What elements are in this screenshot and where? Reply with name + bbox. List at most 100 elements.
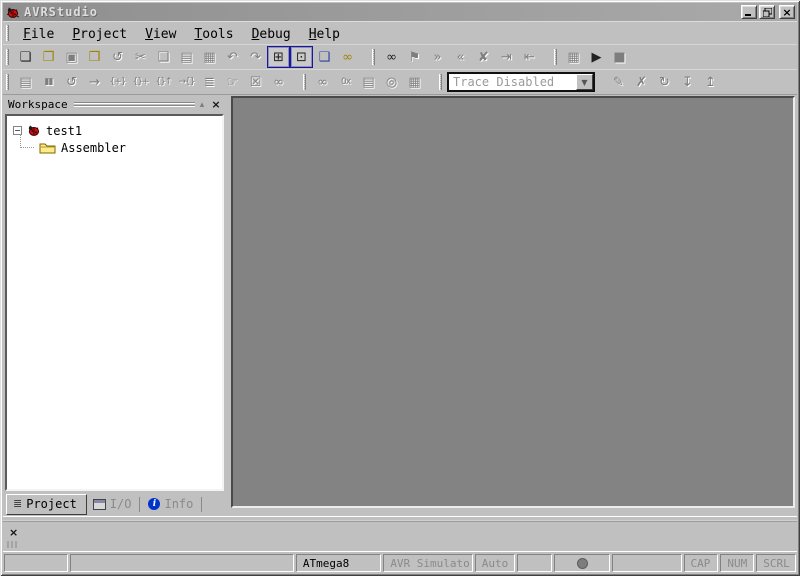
break-icon[interactable]: ☞ <box>221 71 244 93</box>
reset-icon[interactable]: ↺ <box>60 71 83 93</box>
add-bookmark-icon[interactable]: ⚑ <box>403 46 426 68</box>
open-file-icon[interactable]: ❐ <box>37 46 60 68</box>
status-empty-2 <box>517 554 553 572</box>
project-tab-icon: ≣ <box>13 497 22 510</box>
trace-pin-icon[interactable]: ✎ <box>607 71 630 93</box>
toolbar-grip[interactable] <box>439 74 442 90</box>
toggle-workspace-window-icon[interactable]: ⊞ <box>267 46 290 68</box>
trace-mode-select[interactable]: Trace Disabled ▼ <box>447 72 595 92</box>
close-icon: × <box>9 526 18 539</box>
disassembler-window-icon[interactable]: ◎ <box>380 71 403 93</box>
status-scroll-lock: SCRL <box>756 554 796 572</box>
paste-icon[interactable]: ▤ <box>175 46 198 68</box>
trace-mode-dropdown-button[interactable]: ▼ <box>576 74 593 90</box>
save-all-icon[interactable]: ❒ <box>83 46 106 68</box>
trace-mode-value: Trace Disabled <box>449 75 576 89</box>
app-bug-icon <box>5 6 20 19</box>
memory-window-icon[interactable]: ▤ <box>357 71 380 93</box>
trace-into-icon[interactable]: {+} <box>106 71 129 93</box>
workspace-tabs: ≣ Project I/O i Info <box>5 491 226 516</box>
print-icon[interactable]: ▦ <box>198 46 221 68</box>
trace-loop-icon[interactable]: ↻ <box>653 71 676 93</box>
toolbar-main: ❏❐▣❒↺✂❑▤▦↶↷⊞⊡❑∞ ∞⚑»«✘⇥⇤ ▦▶■ <box>3 44 797 69</box>
outdent-icon[interactable]: ⇤ <box>518 46 541 68</box>
breakpoints-list-icon[interactable]: ▦ <box>562 46 585 68</box>
output-panel: × <box>3 521 797 551</box>
menu-item[interactable]: Project <box>63 25 136 44</box>
quickwatch-icon[interactable]: ∞ <box>267 71 290 93</box>
memory2-window-icon[interactable]: ▦ <box>403 71 426 93</box>
folder-icon <box>39 142 56 154</box>
toggle-output-window-icon[interactable]: ⊡ <box>290 46 313 68</box>
menu-item[interactable]: Tools <box>185 25 242 44</box>
toolbar-grip[interactable] <box>303 74 306 90</box>
previous-bookmark-icon[interactable]: « <box>449 46 472 68</box>
step-out-icon[interactable]: {}↑ <box>152 71 175 93</box>
run-icon[interactable]: ▶ <box>585 46 608 68</box>
minimize-icon <box>745 8 753 16</box>
pause-icon[interactable]: ▮▮ <box>37 71 60 93</box>
stop-icon[interactable]: ■ <box>608 46 631 68</box>
clear-bookmarks-icon[interactable]: ✘ <box>472 46 495 68</box>
minimize-button[interactable] <box>741 5 757 19</box>
tab-separator <box>139 497 140 512</box>
save-icon[interactable]: ▣ <box>60 46 83 68</box>
toolbar-grip[interactable] <box>554 49 557 65</box>
titlebar[interactable]: AVRStudio × <box>3 3 797 21</box>
restore-icon <box>763 8 772 17</box>
undo-icon[interactable]: ↶ <box>221 46 244 68</box>
status-message <box>70 554 294 572</box>
workspace-dock-button[interactable]: ▴ <box>195 100 209 110</box>
run-to-cursor-icon[interactable]: →{} <box>175 71 198 93</box>
tree-item-project[interactable]: − test1 <box>9 122 220 139</box>
restore-button[interactable] <box>759 5 775 19</box>
trace-top-icon[interactable]: ↥ <box>699 71 722 93</box>
tab-info[interactable]: i Info <box>142 495 199 513</box>
find-icon[interactable]: ∞ <box>380 46 403 68</box>
info-tab-icon: i <box>148 498 160 510</box>
project-name[interactable]: test1 <box>46 124 82 138</box>
tree-item-folder[interactable]: Assembler <box>39 139 220 156</box>
status-num-lock: NUM <box>720 554 754 572</box>
show-next-statement-icon[interactable]: ▤ <box>14 71 37 93</box>
statusbar: ATmega8 AVR Simulato Auto CAP NUM SCRL <box>3 551 797 573</box>
redo-icon[interactable]: ↷ <box>244 46 267 68</box>
menubar-grip[interactable] <box>6 25 9 41</box>
workspace-header[interactable]: Workspace ▴ × <box>5 96 226 113</box>
find-in-files-icon[interactable]: ∞ <box>336 46 359 68</box>
tab-io[interactable]: I/O <box>87 495 138 513</box>
cut-icon[interactable]: ✂ <box>129 46 152 68</box>
copy-icon[interactable]: ❑ <box>152 46 175 68</box>
output-close-button[interactable]: × <box>9 526 18 539</box>
window-title: AVRStudio <box>24 5 739 19</box>
toolbar-grip[interactable] <box>372 49 375 65</box>
close-icon: × <box>782 6 791 19</box>
watch-window-icon[interactable]: ∞ <box>311 71 334 93</box>
close-button[interactable]: × <box>779 5 795 19</box>
menu-item[interactable]: Debug <box>243 25 300 44</box>
workspace-close-button[interactable]: × <box>209 98 223 111</box>
trace-clear-icon[interactable]: ✗ <box>630 71 653 93</box>
tab-project[interactable]: ≣ Project <box>6 494 87 515</box>
reload-icon[interactable]: ↺ <box>106 46 129 68</box>
registers-window-icon[interactable]: 0x <box>334 71 357 93</box>
menu-item[interactable]: File <box>14 25 63 44</box>
toolbar-grip[interactable] <box>6 74 9 90</box>
folder-name[interactable]: Assembler <box>61 141 126 155</box>
next-bookmark-icon[interactable]: » <box>426 46 449 68</box>
workspace-panel: Workspace ▴ × − <box>3 95 227 516</box>
menu-item[interactable]: Help <box>300 25 349 44</box>
trace-bottom-icon[interactable]: ↧ <box>676 71 699 93</box>
autostep-icon[interactable]: ≣ <box>198 71 221 93</box>
tab-separator <box>201 497 202 512</box>
toolbar-grip[interactable] <box>6 49 9 65</box>
new-file-icon[interactable]: ❏ <box>14 46 37 68</box>
workspace-drag-handle[interactable] <box>74 102 195 108</box>
step-over-icon[interactable]: {}+ <box>129 71 152 93</box>
step-icon[interactable]: → <box>83 71 106 93</box>
clear-breakpoints-icon[interactable]: ☒ <box>244 71 267 93</box>
menu-item[interactable]: View <box>136 25 185 44</box>
cascade-windows-icon[interactable]: ❑ <box>313 46 336 68</box>
indent-icon[interactable]: ⇥ <box>495 46 518 68</box>
output-tab-scroller[interactable] <box>7 541 19 548</box>
